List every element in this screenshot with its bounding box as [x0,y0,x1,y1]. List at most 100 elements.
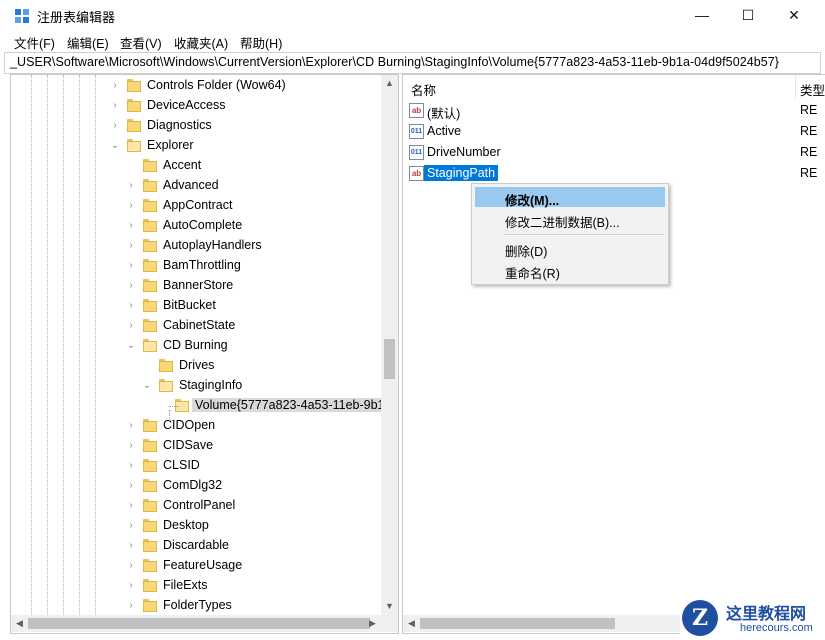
tree-node[interactable]: › CIDSave [11,436,381,456]
expand-chevron-icon[interactable]: › [126,460,136,472]
value-row[interactable]: 011 Active RE [403,121,825,142]
value-row[interactable]: ab StagingPath RE [403,163,825,184]
tree-node[interactable]: › BannerStore [11,276,381,296]
expand-chevron-icon[interactable]: › [126,440,136,452]
tree-node[interactable]: › FolderTypes [11,596,381,616]
tree-node[interactable]: ⌄ StagingInfo [11,376,381,396]
scroll-down-arrow-icon[interactable]: ▼ [381,598,398,615]
expand-chevron-icon[interactable]: › [126,180,136,192]
tree-vscroll-thumb[interactable] [384,339,395,379]
collapse-chevron-icon[interactable]: ⌄ [126,340,136,352]
expand-chevron-icon[interactable]: › [126,200,136,212]
folder-icon [143,239,157,253]
expand-chevron-icon[interactable]: › [126,300,136,312]
tree-node[interactable]: › FeatureUsage [11,556,381,576]
expand-chevron-icon[interactable]: › [126,220,136,232]
menu-edit[interactable]: 编辑(E) [67,33,109,52]
address-path[interactable]: _USER\Software\Microsoft\Windows\Current… [10,55,779,69]
expand-chevron-icon[interactable]: › [126,280,136,292]
column-header-type[interactable]: 类型 [800,80,825,99]
scroll-right-arrow-icon[interactable]: ▶ [364,615,381,632]
expand-chevron-icon[interactable]: › [126,540,136,552]
expand-chevron-icon[interactable]: › [126,260,136,272]
context-menu-modify[interactable]: 修改(M)... [475,187,665,208]
tree-node[interactable]: › FileExts [11,576,381,596]
expand-chevron-icon[interactable]: › [126,600,136,612]
expand-chevron-icon[interactable]: › [126,320,136,332]
folder-icon [143,259,157,273]
tree-node[interactable]: › AutoplayHandlers [11,236,381,256]
value-name: DriveNumber [427,145,501,159]
expand-chevron-icon[interactable]: › [126,240,136,252]
menu-file[interactable]: 文件(F) [14,33,55,52]
key-tree-pane[interactable]: › Controls Folder (Wow64) › DeviceAccess › Di… [10,74,399,634]
expand-chevron-icon[interactable]: › [126,500,136,512]
expand-chevron-icon[interactable]: › [126,420,136,432]
close-button[interactable]: ✕ [771,0,817,30]
folder-icon [143,539,157,553]
tree-node[interactable]: Drives [11,356,381,376]
tree-node-label: AppContract [163,198,233,212]
tree-node[interactable]: › Controls Folder (Wow64) [11,76,381,96]
collapse-chevron-icon[interactable]: ⌄ [110,140,120,152]
tree-node-label: Advanced [163,178,219,192]
minimize-button[interactable]: — [679,0,725,30]
list-hscroll-thumb[interactable] [420,618,615,629]
menu-view[interactable]: 查看(V) [120,33,162,52]
expand-chevron-icon[interactable]: › [110,120,120,132]
tree-node[interactable]: › ControlPanel [11,496,381,516]
scroll-up-arrow-icon[interactable]: ▲ [381,75,398,92]
tree-node[interactable]: › AutoComplete [11,216,381,236]
tree-node-label: ControlPanel [163,498,236,512]
folder-icon [143,579,157,593]
menu-favorites[interactable]: 收藏夹(A) [174,33,228,52]
tree-node[interactable]: › CLSID [11,456,381,476]
expand-chevron-icon[interactable]: › [126,480,136,492]
tree-horizontal-scrollbar[interactable]: ◀ ▶ [11,615,381,632]
tree-node[interactable]: › DeviceAccess [11,96,381,116]
tree-node[interactable]: › AppContract [11,196,381,216]
value-list-pane[interactable]: 名称 类型 ab (默认) RE 011 Active RE 011 DriveNumber R… [402,74,825,634]
expand-chevron-icon[interactable]: › [126,520,136,532]
tree-node[interactable]: › ComDlg32 [11,476,381,496]
value-row[interactable]: ab (默认) RE [403,100,825,121]
folder-icon [143,439,157,453]
tree-node[interactable]: › BitBucket [11,296,381,316]
value-row[interactable]: 011 DriveNumber RE [403,142,825,163]
maximize-button[interactable]: ☐ [725,0,771,30]
tree-node[interactable]: › Advanced [11,176,381,196]
scroll-left-arrow-icon[interactable]: ◀ [403,615,420,632]
column-header-name[interactable]: 名称 [411,80,436,99]
tree-node[interactable]: ⌄ Explorer [11,136,381,156]
tree-node[interactable]: › CabinetState [11,316,381,336]
tree-node[interactable]: Volume{5777a823-4a53-11eb-9b1a-04d9f5024… [11,396,398,416]
tree-node-label: ComDlg32 [163,478,223,492]
expand-chevron-icon[interactable]: › [126,560,136,572]
scroll-left-arrow-icon[interactable]: ◀ [11,615,28,632]
menu-help[interactable]: 帮助(H) [240,33,282,52]
value-type: RE [800,166,818,180]
tree-node[interactable]: › CIDOpen [11,416,381,436]
tree-node[interactable]: › Discardable [11,536,381,556]
tree-node[interactable]: › Diagnostics [11,116,381,136]
tree-node[interactable]: › BamThrottling [11,256,381,276]
tree-node[interactable]: › Desktop [11,516,381,536]
expand-chevron-icon[interactable]: › [110,80,120,92]
tree-node[interactable]: ⌄ CD Burning [11,336,381,356]
context-menu-modify-binary[interactable]: 修改二进制数据(B)... [475,209,665,230]
tree-node-label: Discardable [163,538,230,552]
address-bar[interactable]: _USER\Software\Microsoft\Windows\Current… [4,52,821,74]
tree-node[interactable]: Accent [11,156,381,176]
context-menu-rename[interactable]: 重命名(R) [475,260,665,281]
tree-vertical-scrollbar[interactable]: ▲ ▼ [381,75,398,615]
title-bar[interactable]: 注册表编辑器 — ☐ ✕ [0,0,825,30]
expand-chevron-icon[interactable]: › [126,580,136,592]
collapse-chevron-icon[interactable]: ⌄ [142,380,152,392]
context-menu-delete[interactable]: 删除(D) [475,238,665,259]
column-divider[interactable] [795,75,796,99]
folder-icon [143,339,157,353]
expand-chevron-icon[interactable]: › [110,100,120,112]
tree-hscroll-thumb[interactable] [28,618,370,629]
regedit-app-icon [15,9,29,23]
folder-icon [143,419,157,433]
